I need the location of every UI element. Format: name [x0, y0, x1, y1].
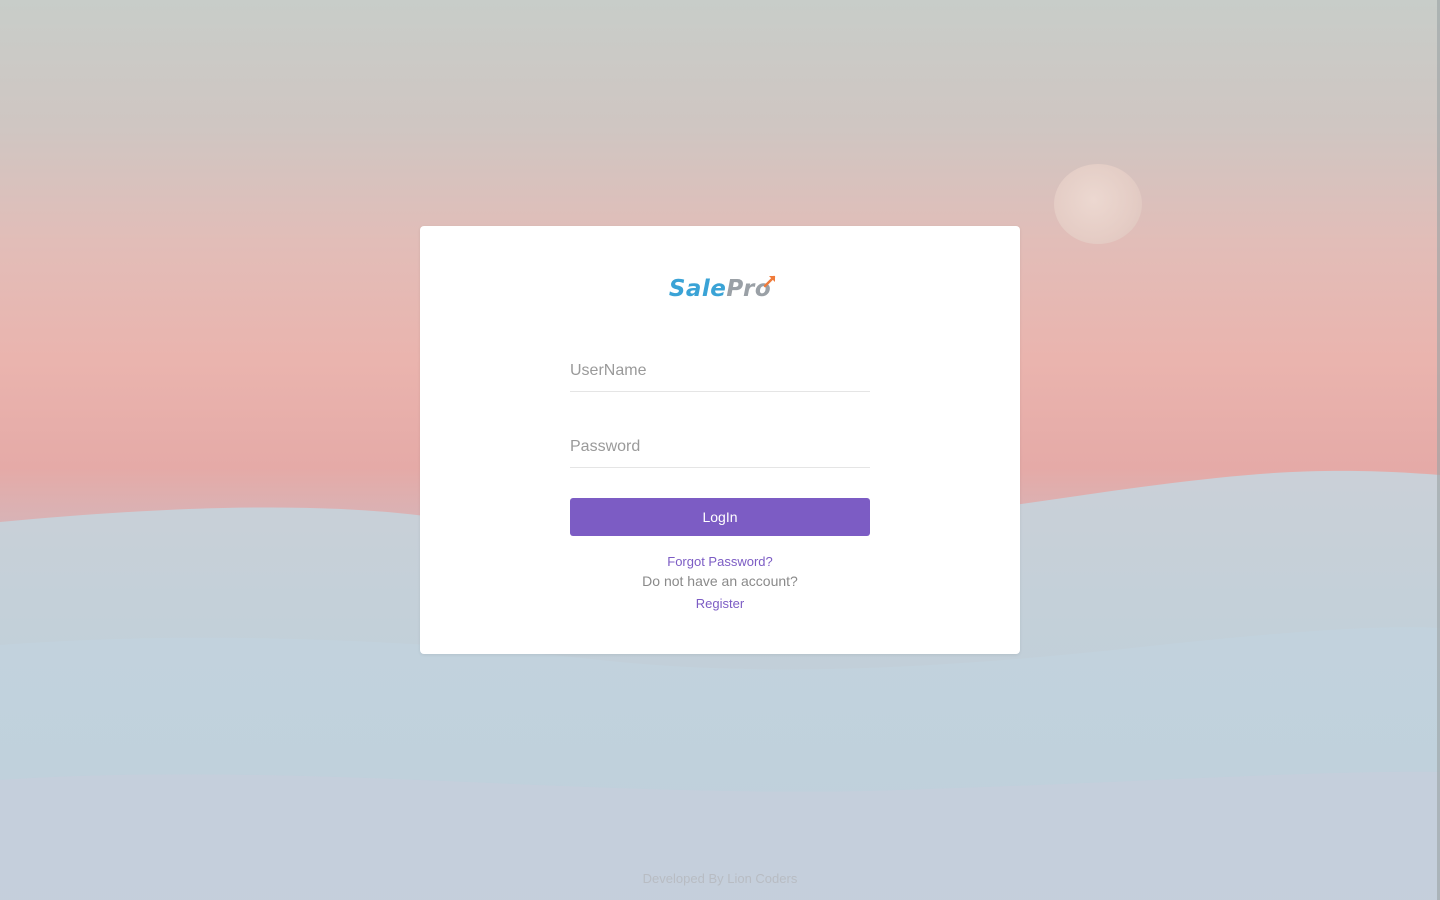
- footer-credit: Developed By Lion Coders: [642, 871, 798, 886]
- password-input[interactable]: [570, 432, 870, 462]
- register-link[interactable]: Register: [570, 596, 870, 611]
- login-form: LogIn Forgot Password? Do not have an ac…: [570, 356, 870, 611]
- login-button[interactable]: LogIn: [570, 498, 870, 536]
- upward-arrow-icon: [763, 275, 776, 288]
- username-field-wrapper: [570, 356, 870, 392]
- moon: [1054, 164, 1142, 244]
- username-input[interactable]: [570, 356, 870, 386]
- auth-links: Forgot Password? Do not have an account?…: [570, 554, 870, 611]
- no-account-text: Do not have an account?: [642, 573, 798, 589]
- brand-logo: SalePro: [420, 275, 1020, 312]
- login-card: SalePro LogIn Forgot Password? Do not ha…: [420, 226, 1020, 654]
- brand-logo-sale: Sale: [668, 276, 727, 302]
- forgot-password-link[interactable]: Forgot Password?: [570, 554, 870, 569]
- password-field-wrapper: [570, 432, 870, 468]
